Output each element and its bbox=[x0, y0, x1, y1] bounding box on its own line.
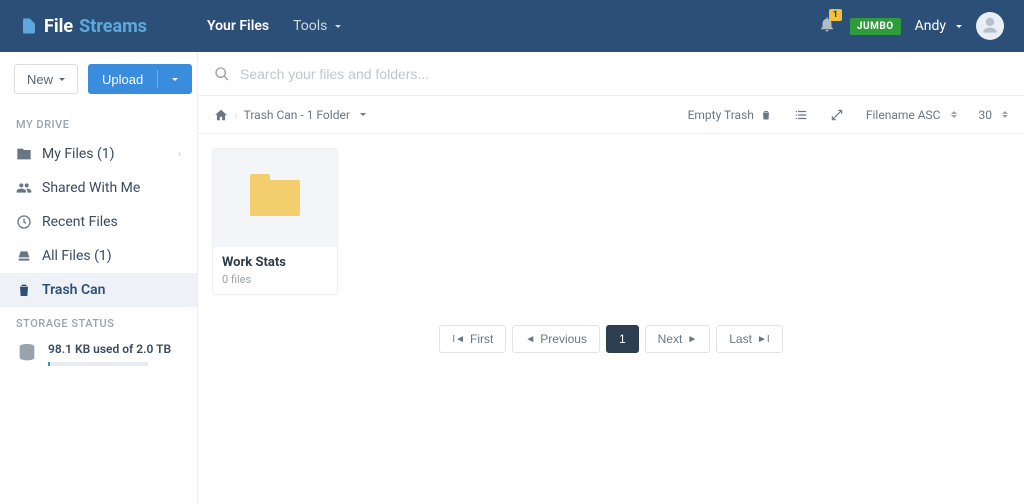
storage-text: 98.1 KB used of 2.0 TB bbox=[48, 342, 171, 356]
sidebar-actions: New Upload bbox=[0, 64, 197, 108]
nav-tools-label: Tools bbox=[293, 18, 327, 34]
sort-button[interactable]: Filename ASC bbox=[866, 108, 957, 122]
clock-icon bbox=[16, 214, 32, 230]
trash-icon bbox=[760, 109, 772, 121]
sidebar-item-my-files[interactable]: My Files (1) › bbox=[0, 137, 197, 171]
page-first-button[interactable]: I◄ First bbox=[439, 325, 506, 353]
sidebar-item-trash[interactable]: Trash Can bbox=[0, 273, 197, 307]
sidebar-item-label: All Files (1) bbox=[42, 248, 112, 264]
nav: Your Files Tools bbox=[207, 14, 341, 38]
search-icon bbox=[214, 66, 230, 82]
new-button[interactable]: New bbox=[14, 64, 78, 94]
trash-icon bbox=[16, 282, 32, 298]
sidebar-item-label: Trash Can bbox=[42, 282, 105, 298]
page-current-button[interactable]: 1 bbox=[606, 325, 639, 353]
notifications-button[interactable]: 1 bbox=[818, 15, 836, 37]
empty-trash-label: Empty Trash bbox=[688, 108, 754, 122]
pagination: I◄ First ◄ Previous 1 Next ► Last ►I bbox=[212, 295, 1010, 383]
button-divider bbox=[157, 70, 158, 88]
file-thumb bbox=[213, 149, 337, 247]
content: Work Stats 0 files I◄ First ◄ Previous 1… bbox=[198, 134, 1024, 504]
sidebar-item-label: My Files (1) bbox=[42, 146, 115, 162]
caret-down-icon bbox=[172, 78, 178, 81]
sort-label: Filename ASC bbox=[866, 108, 941, 122]
caret-down-icon bbox=[335, 25, 341, 28]
sort-icon bbox=[951, 111, 957, 118]
file-card[interactable]: Work Stats 0 files bbox=[212, 148, 338, 295]
main: › Trash Can - 1 Folder Empty Trash Filen… bbox=[198, 52, 1024, 504]
sort-icon bbox=[1002, 111, 1008, 118]
sidebar-section-drive: MY DRIVE bbox=[0, 108, 197, 137]
people-icon bbox=[16, 180, 32, 196]
page-size-label: 30 bbox=[979, 108, 993, 122]
skip-forward-icon: ►I bbox=[757, 334, 770, 345]
database-icon bbox=[16, 342, 38, 364]
page-next-label: Next bbox=[658, 332, 683, 346]
sidebar-item-label: Recent Files bbox=[42, 214, 118, 230]
file-sub: 0 files bbox=[222, 273, 328, 286]
search-row bbox=[198, 52, 1024, 96]
empty-trash-button[interactable]: Empty Trash bbox=[688, 108, 772, 122]
upload-button-label: Upload bbox=[102, 72, 143, 87]
sidebar-item-all-files[interactable]: All Files (1) bbox=[0, 239, 197, 273]
user-icon bbox=[980, 16, 1000, 36]
nav-your-files[interactable]: Your Files bbox=[207, 14, 269, 38]
chevron-right-icon: › bbox=[178, 149, 181, 160]
sidebar-section-storage: STORAGE STATUS bbox=[0, 307, 197, 336]
search-input[interactable] bbox=[240, 66, 1008, 82]
notification-badge: 1 bbox=[829, 9, 842, 21]
nav-tools[interactable]: Tools bbox=[293, 14, 341, 38]
sidebar-item-recent[interactable]: Recent Files bbox=[0, 205, 197, 239]
caret-down-icon bbox=[956, 25, 962, 28]
plan-badge: JUMBO bbox=[850, 18, 901, 35]
breadcrumb-current[interactable]: Trash Can - 1 Folder bbox=[244, 108, 366, 122]
new-button-label: New bbox=[27, 72, 53, 87]
header-right: 1 JUMBO Andy bbox=[818, 12, 1004, 40]
skip-back-icon: I◄ bbox=[452, 334, 465, 345]
breadcrumb-current-label: Trash Can - 1 Folder bbox=[244, 108, 350, 122]
page-first-label: First bbox=[470, 332, 493, 346]
file-icon bbox=[20, 17, 38, 35]
user-name: Andy bbox=[915, 18, 946, 34]
breadcrumb-separator: › bbox=[234, 108, 238, 122]
avatar[interactable] bbox=[976, 12, 1004, 40]
sidebar-item-shared[interactable]: Shared With Me bbox=[0, 171, 197, 205]
caret-down-icon bbox=[59, 78, 65, 81]
page-size-button[interactable]: 30 bbox=[979, 108, 1009, 122]
expand-button[interactable] bbox=[830, 108, 844, 122]
file-name: Work Stats bbox=[222, 255, 328, 270]
sidebar: New Upload MY DRIVE My Files (1) › Share… bbox=[0, 52, 198, 504]
drive-icon bbox=[16, 248, 32, 264]
folder-icon bbox=[16, 146, 32, 162]
user-menu[interactable]: Andy bbox=[915, 18, 962, 34]
sidebar-item-label: Shared With Me bbox=[42, 180, 140, 196]
logo-word1: File bbox=[44, 16, 73, 37]
page-next-button[interactable]: Next ► bbox=[645, 325, 711, 353]
storage-status: 98.1 KB used of 2.0 TB bbox=[0, 336, 197, 372]
caret-down-icon bbox=[360, 113, 366, 116]
page-prev-button[interactable]: ◄ Previous bbox=[512, 325, 600, 353]
page-last-label: Last bbox=[729, 332, 752, 346]
logo[interactable]: File Streams bbox=[20, 16, 147, 37]
logo-word2: Streams bbox=[79, 16, 147, 37]
app-header: File Streams Your Files Tools 1 JUMBO An… bbox=[0, 0, 1024, 52]
folder-icon bbox=[250, 180, 300, 216]
breadcrumb: › Trash Can - 1 Folder bbox=[214, 108, 366, 122]
page-last-button[interactable]: Last ►I bbox=[716, 325, 782, 353]
caret-right-icon: ► bbox=[687, 334, 697, 345]
home-icon[interactable] bbox=[214, 108, 228, 122]
caret-left-icon: ◄ bbox=[525, 334, 535, 345]
file-meta: Work Stats 0 files bbox=[213, 247, 337, 294]
toolbar: › Trash Can - 1 Folder Empty Trash Filen… bbox=[198, 96, 1024, 134]
list-view-button[interactable] bbox=[794, 108, 808, 122]
page-prev-label: Previous bbox=[540, 332, 587, 346]
toolbar-right: Empty Trash Filename ASC 30 bbox=[688, 108, 1008, 122]
storage-bar bbox=[48, 362, 148, 366]
upload-button[interactable]: Upload bbox=[88, 64, 192, 94]
